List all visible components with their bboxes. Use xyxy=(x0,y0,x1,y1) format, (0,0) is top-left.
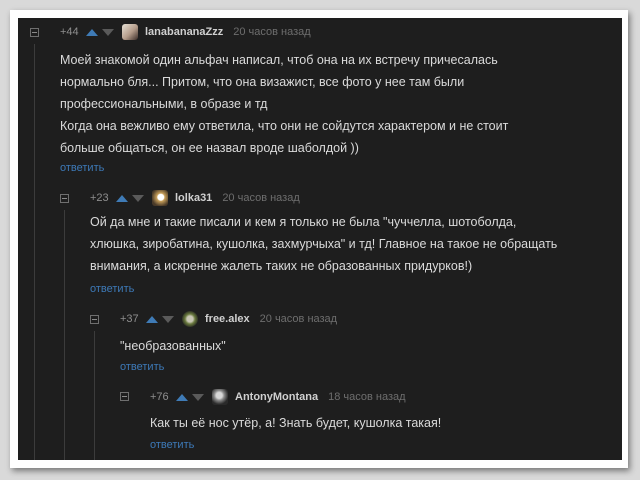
comment-line: Ой да мне и такие писали и кем я только … xyxy=(90,215,517,229)
comment-line: нормально бля... Притом, что она визажис… xyxy=(60,75,465,89)
comment-time[interactable]: 20 часов назад xyxy=(260,313,337,325)
avatar[interactable] xyxy=(182,311,198,327)
upvote-icon[interactable] xyxy=(146,315,158,323)
comment-rating: +44 xyxy=(60,26,79,38)
thread-rail xyxy=(94,331,95,460)
comment-body: Ой да мне и такие писали и кем я только … xyxy=(90,211,557,277)
comment-rating: +37 xyxy=(120,313,139,325)
comment-time[interactable]: 20 часов назад xyxy=(222,192,299,204)
comment-time[interactable]: 18 часов назад xyxy=(328,391,405,403)
reply-link[interactable]: ответить xyxy=(150,439,194,451)
collapse-toggle-icon[interactable] xyxy=(90,315,99,324)
username[interactable]: lolka31 xyxy=(175,192,212,204)
collapse-toggle-icon[interactable] xyxy=(120,392,129,401)
comment-thread: +44 lanabananaZzz 20 часов назад Моей зн… xyxy=(18,18,622,460)
downvote-icon[interactable] xyxy=(132,194,144,202)
comment-line: "необразованных" xyxy=(120,339,226,353)
downvote-icon[interactable] xyxy=(162,315,174,323)
avatar[interactable] xyxy=(122,24,138,40)
reply-link[interactable]: ответить xyxy=(90,283,134,295)
comment-line: профессиональными, в образе и тд xyxy=(60,97,268,111)
comment-time[interactable]: 20 часов назад xyxy=(233,26,310,38)
comment-body: Моей знакомой один альфач написал, чтоб … xyxy=(60,49,508,159)
avatar[interactable] xyxy=(212,389,228,405)
comment-line: хлюшка, зиробатина, кушолка, захмурчыха"… xyxy=(90,237,558,251)
upvote-icon[interactable] xyxy=(116,194,128,202)
downvote-icon[interactable] xyxy=(102,28,114,36)
upvote-icon[interactable] xyxy=(86,28,98,36)
thread-rail xyxy=(34,44,35,460)
comment-rating: +76 xyxy=(150,391,169,403)
avatar[interactable] xyxy=(152,190,168,206)
comment-body: Как ты её нос утёр, а! Знать будет, кушо… xyxy=(150,412,441,434)
comment-line: больше общаться, он ее назвал вроде шабо… xyxy=(60,141,359,155)
comment-line: Моей знакомой один альфач написал, чтоб … xyxy=(60,53,498,67)
reply-link[interactable]: ответить xyxy=(120,361,164,373)
upvote-icon[interactable] xyxy=(176,393,188,401)
downvote-icon[interactable] xyxy=(192,393,204,401)
comment-body: "необразованных" xyxy=(120,335,226,357)
username[interactable]: lanabananaZzz xyxy=(145,26,223,38)
comment-line: Как ты её нос утёр, а! Знать будет, кушо… xyxy=(150,416,442,430)
comment-line: внимания, а искренне жалеть таких не обр… xyxy=(90,259,473,273)
username[interactable]: free.alex xyxy=(205,313,250,325)
thread-rail xyxy=(64,210,65,460)
comment-line: Когда она вежливо ему ответила, что они … xyxy=(60,119,509,133)
collapse-toggle-icon[interactable] xyxy=(30,28,39,37)
username[interactable]: AntonyMontana xyxy=(235,391,318,403)
reply-link[interactable]: ответить xyxy=(60,162,104,174)
collapse-toggle-icon[interactable] xyxy=(60,194,69,203)
comment-rating: +23 xyxy=(90,192,109,204)
